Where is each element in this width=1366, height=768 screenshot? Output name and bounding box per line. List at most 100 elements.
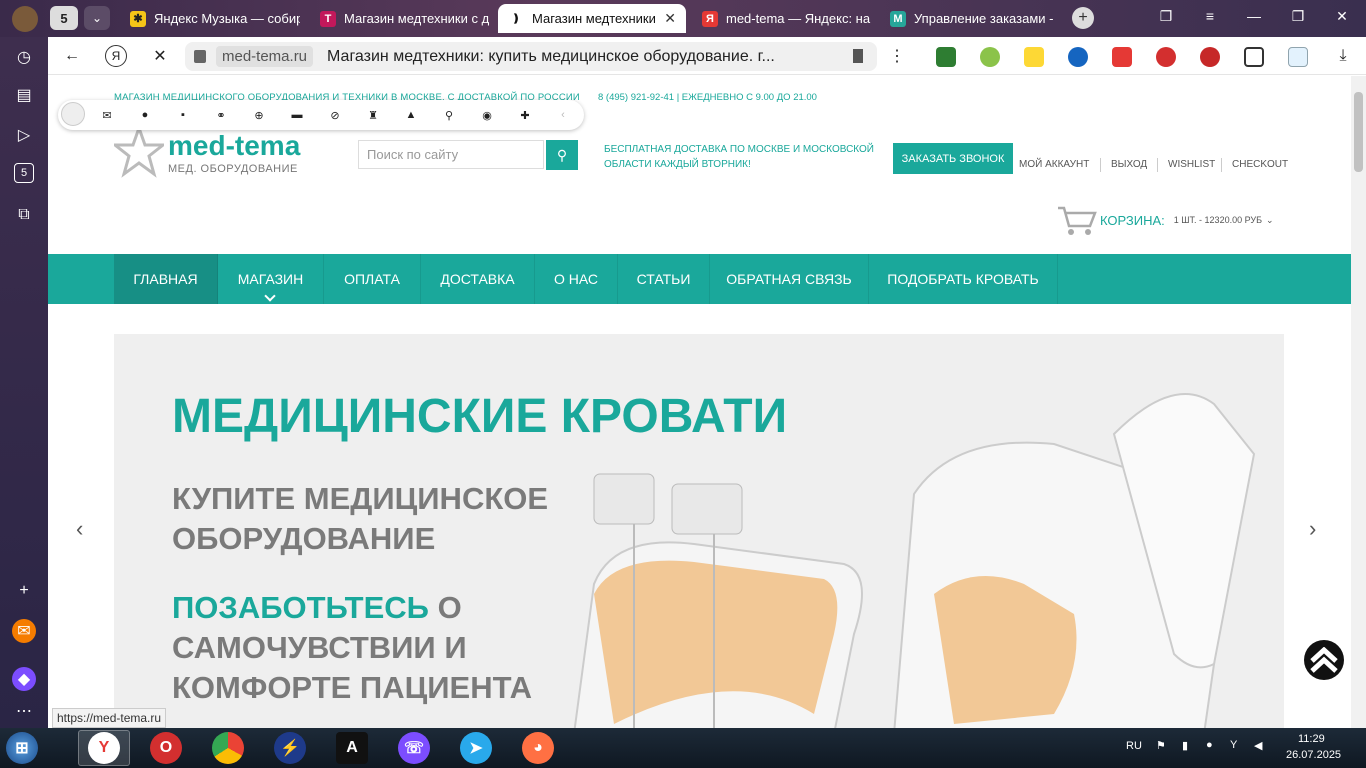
tab-orders[interactable]: M Управление заказами - xyxy=(880,4,1060,33)
yandex-music-icon: ✱ xyxy=(130,10,146,27)
extension-new-icon[interactable] xyxy=(1112,47,1132,67)
collections-icon[interactable]: ▤ xyxy=(12,83,36,107)
search-input[interactable]: Поиск по сайту xyxy=(358,140,544,169)
bolt-app-icon[interactable]: ⚡ xyxy=(274,732,306,764)
slider-next-icon[interactable]: › xyxy=(1309,516,1316,542)
page-scrollbar[interactable] xyxy=(1351,76,1366,728)
chevron-down-icon[interactable]: ⌄ xyxy=(84,6,110,30)
user-icon[interactable] xyxy=(58,101,88,129)
nav-shop[interactable]: МАГАЗИН xyxy=(218,254,324,304)
back-icon[interactable]: ← xyxy=(61,45,83,67)
slider-prev-icon[interactable]: ‹ xyxy=(76,516,83,542)
checkout-link[interactable]: CHECKOUT xyxy=(1232,159,1288,170)
extension-seo-icon[interactable] xyxy=(1200,47,1220,67)
stop-icon[interactable]: ✕ xyxy=(149,45,171,67)
tab-yandex-search[interactable]: Я med-tema — Яндекс: на xyxy=(692,4,872,33)
telegram-icon[interactable]: ➤ xyxy=(460,732,492,764)
tab-count-icon[interactable]: 5 xyxy=(14,163,34,183)
extension-gear-icon[interactable] xyxy=(980,47,1000,67)
account-link[interactable]: МОЙ АККАУНТ xyxy=(1019,159,1089,170)
call-button[interactable]: ЗАКАЗАТЬ ЗВОНОК xyxy=(893,143,1013,174)
chrome-icon[interactable] xyxy=(212,732,244,764)
nav-choose-bed[interactable]: ПОДОБРАТЬ КРОВАТЬ xyxy=(869,254,1058,304)
minimize-icon[interactable]: — xyxy=(1244,8,1264,24)
extension-translate-icon[interactable] xyxy=(1288,47,1308,67)
a-app-icon[interactable]: A xyxy=(336,732,368,764)
signal-icon[interactable]: ▮ xyxy=(1182,739,1188,752)
more-menu-icon[interactable]: ⋮ xyxy=(886,45,908,67)
yandex-tray-icon[interactable]: Y xyxy=(1230,739,1237,751)
add-icon[interactable]: ⊕ xyxy=(240,109,278,122)
start-button-icon[interactable]: ⊞ xyxy=(6,732,38,764)
app-tray-icon[interactable]: ● xyxy=(1206,739,1213,751)
tab-yandex-music[interactable]: ✱ Яндекс Музыка — собир xyxy=(120,4,300,33)
history-icon[interactable]: ◷ xyxy=(12,45,36,69)
tab-medshop-active[interactable]: ❫ Магазин медтехники ✕ xyxy=(498,4,686,33)
play-icon[interactable]: ▷ xyxy=(12,123,36,147)
nav-delivery[interactable]: ДОСТАВКА xyxy=(421,254,535,304)
extension-bolt-icon[interactable] xyxy=(1068,47,1088,67)
cart-widget[interactable]: КОРЗИНА: 1 ШТ. - 12320.00 РУБ ⌄ xyxy=(1056,204,1274,236)
logo-sub: МЕД. ОБОРУДОВАНИЕ xyxy=(168,163,298,175)
extension-shield-icon[interactable] xyxy=(936,47,956,67)
opera-icon[interactable]: O xyxy=(150,732,182,764)
shield-icon: T xyxy=(320,10,336,27)
close-icon[interactable]: ✕ xyxy=(664,10,676,27)
network-tray-icon[interactable]: ⚑ xyxy=(1156,739,1166,752)
scrollbar-thumb[interactable] xyxy=(1354,92,1363,172)
site-contact: 8 (495) 921-92-41 | ЕЖЕДНЕВНО С 9.00 ДО … xyxy=(598,92,817,103)
scroll-top-button[interactable] xyxy=(1304,640,1344,680)
clock-date[interactable]: 26.07.2025 xyxy=(1286,749,1341,761)
nav-feedback[interactable]: ОБРАТНАЯ СВЯЗЬ xyxy=(710,254,869,304)
nav-articles[interactable]: СТАТЬИ xyxy=(618,254,710,304)
firefox-icon[interactable]: ◕ xyxy=(522,732,554,764)
window-close-icon[interactable]: ✕ xyxy=(1332,8,1352,25)
tab-medshop-1[interactable]: T Магазин медтехники с д xyxy=(310,4,490,33)
link-icon[interactable]: ⚭ xyxy=(202,109,240,122)
logo-name: med-tema xyxy=(168,130,301,161)
search-icon[interactable]: ⚲ xyxy=(430,109,468,122)
address-bar[interactable]: med-tema.ru Магазин медтехники: купить м… xyxy=(185,42,877,71)
extension-percent-icon[interactable] xyxy=(1024,47,1044,67)
new-tab-icon[interactable]: + xyxy=(1072,7,1094,29)
eye-icon[interactable]: ◉ xyxy=(468,109,506,122)
restore-icon[interactable]: ❐ xyxy=(1288,8,1308,25)
logout-link[interactable]: ВЫХОД xyxy=(1111,159,1147,170)
tab-count-badge[interactable]: 5 xyxy=(50,6,78,30)
bell-icon[interactable]: ▲ xyxy=(392,109,430,121)
collections-icon[interactable]: ❐ xyxy=(1156,8,1176,25)
chevron-left-icon[interactable]: ‹ xyxy=(544,109,582,121)
menu-icon[interactable]: ≡ xyxy=(1200,8,1220,24)
cart-label: КОРЗИНА: xyxy=(1100,212,1165,228)
extension-puzzle-icon[interactable] xyxy=(1244,47,1264,67)
puzzle-icon[interactable]: ✚ xyxy=(506,109,544,122)
wishlist-link[interactable]: WISHLIST xyxy=(1168,159,1215,170)
volume-icon[interactable]: ◀ xyxy=(1254,739,1262,752)
viber-icon[interactable]: ☏ xyxy=(398,732,430,764)
status-url: https://med-tema.ru xyxy=(52,708,167,728)
language-indicator[interactable]: RU xyxy=(1126,740,1142,752)
block-icon[interactable]: ⊘ xyxy=(316,109,354,122)
bookmark-icon[interactable] xyxy=(853,49,863,63)
nav-home[interactable]: ГЛАВНАЯ xyxy=(114,254,218,304)
mail-icon[interactable]: ✉ xyxy=(12,619,36,643)
alice-icon[interactable]: ◆ xyxy=(12,667,36,691)
download-icon[interactable]: ⤓ xyxy=(1332,45,1354,67)
nav-payment[interactable]: ОПЛАТА xyxy=(324,254,421,304)
yandex-browser-icon[interactable]: Y xyxy=(88,732,120,764)
folder-icon[interactable]: ▬ xyxy=(278,109,316,121)
site-logo[interactable]: med-tema МЕД. ОБОРУДОВАНИЕ xyxy=(114,126,314,180)
nav-about[interactable]: О НАС xyxy=(535,254,618,304)
basket-icon[interactable]: ♜ xyxy=(354,109,392,122)
more-icon[interactable]: ⋯ xyxy=(12,699,36,723)
info-icon[interactable]: ● xyxy=(126,109,164,121)
add-icon[interactable]: + xyxy=(12,579,36,603)
mail-icon[interactable]: ✉ xyxy=(88,109,126,122)
profile-avatar[interactable] xyxy=(12,6,38,32)
extension-adblock-icon[interactable] xyxy=(1156,47,1176,67)
save-icon[interactable]: ▪ xyxy=(164,109,202,121)
search-button[interactable]: ⚲ xyxy=(546,140,578,170)
yandex-home-icon[interactable]: Я xyxy=(105,45,127,67)
screenshot-icon[interactable]: ⧉ xyxy=(12,203,36,227)
clock-time[interactable]: 11:29 xyxy=(1298,733,1325,745)
